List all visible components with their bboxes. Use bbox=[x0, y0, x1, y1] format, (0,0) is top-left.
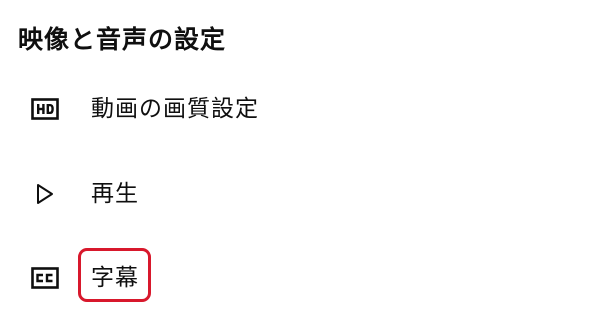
menu-item-video-quality[interactable]: 動画の画質設定 bbox=[0, 79, 600, 139]
closed-caption-icon bbox=[30, 266, 60, 290]
play-icon bbox=[30, 182, 60, 206]
section-title: 映像と音声の設定 bbox=[18, 25, 227, 54]
menu-item-label: 再生 bbox=[91, 181, 139, 207]
menu-item-playback[interactable]: 再生 bbox=[0, 164, 600, 224]
menu-item-label: 動画の画質設定 bbox=[91, 96, 259, 122]
hd-icon bbox=[30, 97, 60, 121]
menu-item-label: 字幕 bbox=[91, 265, 139, 291]
menu-item-subtitles[interactable]: 字幕 bbox=[0, 248, 600, 308]
